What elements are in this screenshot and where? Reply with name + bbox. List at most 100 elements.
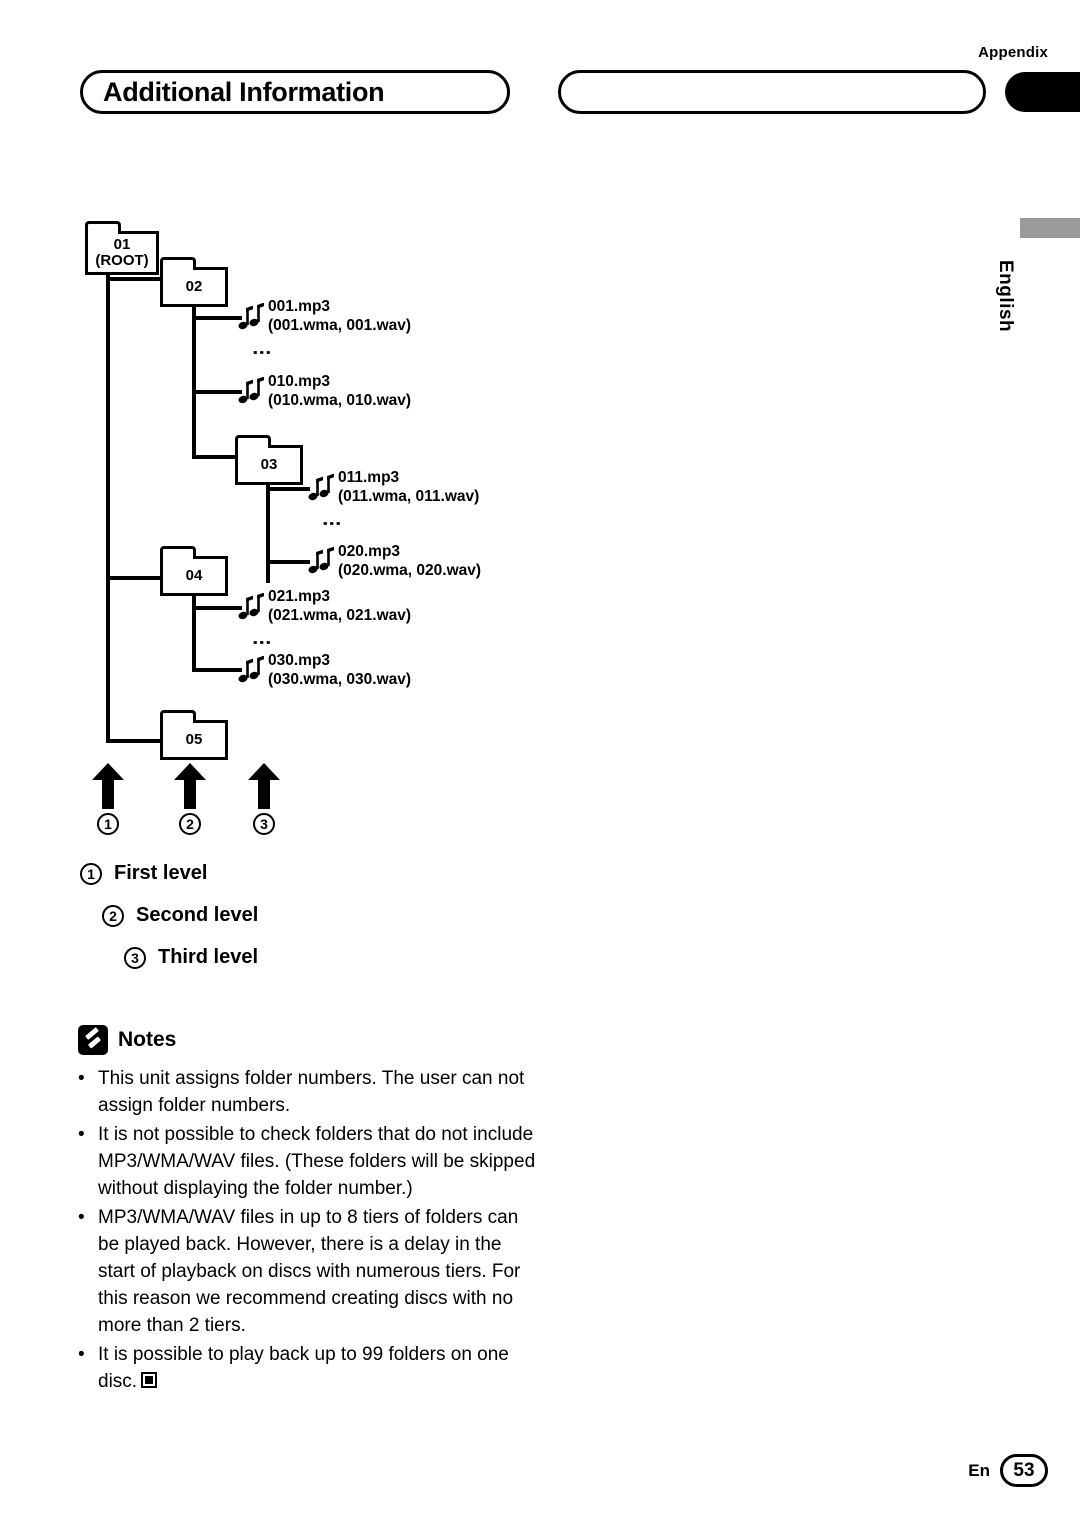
branch-03-to-011 xyxy=(266,487,310,491)
branch-03-to-020 xyxy=(266,560,310,564)
legend-item-first-level: 1 First level xyxy=(80,862,600,885)
legend-item-third-level: 3 Third level xyxy=(124,946,600,969)
folder-01-label-line1: 01 xyxy=(113,236,131,254)
music-note-icon xyxy=(238,376,268,407)
legend-marker-1: 1 xyxy=(80,862,102,885)
legend-item-second-level: 2 Second level xyxy=(102,904,600,927)
page-footer: En 53 xyxy=(968,1454,1048,1487)
file-021-line1: 021.mp3 xyxy=(268,588,331,605)
level-arrow-1 xyxy=(91,763,125,809)
folder-tab-icon xyxy=(160,257,196,273)
trunk-line xyxy=(106,273,110,743)
music-note-icon xyxy=(238,592,268,623)
side-marker-tab xyxy=(1020,218,1080,238)
file-030-line1: 030.mp3 xyxy=(268,652,331,669)
file-011-line1: 011.mp3 xyxy=(338,469,400,486)
end-of-section-icon xyxy=(141,1372,158,1388)
file-010-line1: 010.mp3 xyxy=(268,373,331,390)
folder-01-label-line2: (ROOT) xyxy=(95,252,149,269)
folder-tab-icon xyxy=(235,435,271,451)
bullet-icon: • xyxy=(78,1344,85,1365)
branch-04-to-030 xyxy=(192,668,242,672)
file-020-line2: (020.wma, 020.wav) xyxy=(338,562,482,580)
footer-language-code: En xyxy=(968,1460,990,1480)
music-note-icon xyxy=(308,473,338,504)
folder-05: 05 xyxy=(160,710,228,760)
pencil-icon xyxy=(78,1025,108,1055)
page-header: Additional Information xyxy=(80,70,1080,118)
file-001-line2: (001.wma, 001.wav) xyxy=(268,317,412,335)
branch-03-trunk xyxy=(266,485,270,583)
list-item: • It is possible to play back up to 99 f… xyxy=(78,1341,538,1395)
note-text-1: This unit assigns folder numbers. The us… xyxy=(98,1068,525,1116)
vertical-ellipsis: ⋮ xyxy=(320,514,342,533)
file-030: 030.mp3 (030.wma, 030.wav) xyxy=(268,651,411,690)
file-020-line1: 020.mp3 xyxy=(338,543,401,560)
folder-04: 04 xyxy=(160,546,228,596)
bullet-icon: • xyxy=(78,1207,85,1228)
music-note-icon xyxy=(308,546,338,577)
header-black-tab xyxy=(1005,72,1080,112)
notes-header: Notes xyxy=(78,1025,176,1055)
music-note-icon xyxy=(238,655,268,686)
file-020: 020.mp3 (020.wma, 020.wav) xyxy=(338,542,481,581)
diagram-marker-1: 1 xyxy=(97,813,119,835)
folder-02: 02 xyxy=(160,257,228,307)
legend-label-3: Third level xyxy=(158,946,259,968)
folder-03: 03 xyxy=(235,435,303,485)
bullet-icon: • xyxy=(78,1068,85,1089)
notes-title: Notes xyxy=(118,1028,177,1051)
note-text-4-body: It is possible to play back up to 99 fol… xyxy=(98,1344,509,1392)
file-010: 010.mp3 (010.wma, 010.wav) xyxy=(268,372,411,411)
file-021: 021.mp3 (021.wma, 021.wav) xyxy=(268,587,411,626)
page-title-pill: Additional Information xyxy=(80,70,510,114)
folder-tab-icon xyxy=(160,546,196,562)
legend-marker-3: 3 xyxy=(124,946,146,969)
file-011: 011.mp3 (011.wma, 011.wav) xyxy=(338,468,479,507)
branch-02-trunk xyxy=(192,307,196,459)
file-011-line2: (011.wma, 011.wav) xyxy=(338,488,480,506)
branch-root-to-04 xyxy=(106,576,168,580)
file-030-line2: (030.wma, 030.wav) xyxy=(268,671,412,689)
bullet-icon: • xyxy=(78,1124,85,1145)
notes-list: • This unit assigns folder numbers. The … xyxy=(78,1065,538,1397)
diagram-marker-2: 2 xyxy=(179,813,201,835)
folder-02-label: 02 xyxy=(185,278,203,296)
branch-04-to-021 xyxy=(192,606,242,610)
branch-02-to-001 xyxy=(192,316,242,320)
branch-02-to-03 xyxy=(192,455,240,459)
vertical-ellipsis: ⋮ xyxy=(250,343,272,362)
page-number: 53 xyxy=(1000,1454,1048,1487)
note-text-3: MP3/WMA/WAV files in up to 8 tiers of fo… xyxy=(98,1207,521,1336)
folder-tab-icon xyxy=(85,221,121,237)
folder-01-root: 01 (ROOT) xyxy=(85,221,159,275)
folder-tab-icon xyxy=(160,710,196,726)
file-001: 001.mp3 (001.wma, 001.wav) xyxy=(268,297,411,336)
header-empty-pill xyxy=(558,70,986,114)
folder-05-label: 05 xyxy=(185,731,203,749)
legend-label-2: Second level xyxy=(136,904,259,926)
level-arrow-2 xyxy=(173,763,207,809)
branch-root-to-02 xyxy=(106,277,168,281)
legend-marker-2: 2 xyxy=(102,904,124,927)
vertical-ellipsis: ⋮ xyxy=(250,633,272,652)
page-title: Additional Information xyxy=(103,76,385,107)
file-001-line1: 001.mp3 xyxy=(268,298,331,315)
folder-04-label: 04 xyxy=(185,567,203,585)
level-arrow-3 xyxy=(247,763,281,809)
note-text-2: It is not possible to check folders that… xyxy=(98,1124,536,1199)
note-text-4: It is possible to play back up to 99 fol… xyxy=(98,1341,538,1395)
file-021-line2: (021.wma, 021.wav) xyxy=(268,607,412,625)
diagram-legend: 1 First level 2 Second level 3 Third lev… xyxy=(80,862,600,988)
appendix-label: Appendix xyxy=(978,44,1048,61)
diagram-marker-3: 3 xyxy=(253,813,275,835)
legend-label-1: First level xyxy=(114,862,208,884)
list-item: • MP3/WMA/WAV files in up to 8 tiers of … xyxy=(78,1204,538,1339)
file-010-line2: (010.wma, 010.wav) xyxy=(268,392,412,410)
language-label: English xyxy=(995,260,1016,333)
music-note-icon xyxy=(238,302,268,333)
branch-root-to-05 xyxy=(106,739,168,743)
branch-02-to-010 xyxy=(192,390,242,394)
folder-03-label: 03 xyxy=(260,456,278,474)
list-item: • This unit assigns folder numbers. The … xyxy=(78,1065,538,1119)
